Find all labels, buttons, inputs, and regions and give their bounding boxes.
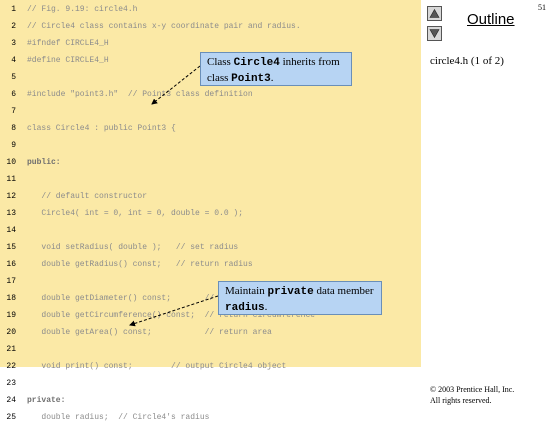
triangle-down-icon: [429, 29, 440, 39]
page-number: 51: [538, 3, 546, 12]
previous-slide-button[interactable]: [427, 6, 442, 21]
outline-title[interactable]: Outline: [467, 11, 515, 28]
callout-arrow-2: [129, 295, 219, 327]
callout-arrow-1: [151, 65, 201, 105]
callout-private-member: Maintain private data member radius.: [218, 281, 382, 315]
next-slide-button[interactable]: [427, 26, 442, 41]
copyright-line-1: © 2003 Prentice Hall, Inc.: [430, 385, 515, 394]
triangle-up-icon: [429, 8, 440, 18]
file-subtitle: circle4.h (1 of 2): [430, 55, 504, 67]
callout-inheritance: Class Circle4 inherits from class Point3…: [200, 52, 352, 86]
copyright-line-2: All rights reserved.: [430, 396, 492, 405]
